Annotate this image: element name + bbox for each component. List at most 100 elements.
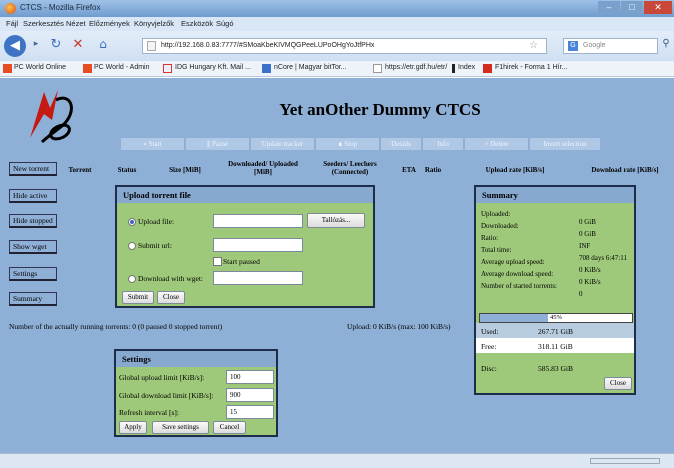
upload-panel-title: Upload torrent file — [117, 187, 373, 203]
hide-stopped-button[interactable]: Hide stopped — [9, 214, 57, 228]
refresh-interval-input[interactable]: 15 — [226, 405, 274, 419]
info-button[interactable]: Info — [423, 138, 463, 150]
summary-row: Average upload speed: 0 KiB/s — [481, 258, 631, 274]
column-size[interactable]: Size [MiB] — [160, 166, 210, 174]
summary-row: Number of started torrents: 0 — [481, 282, 631, 298]
submit-button[interactable]: Submit — [122, 291, 154, 304]
column-upload-rate[interactable]: Upload rate [KiB/s] — [470, 166, 560, 174]
menu-help[interactable]: Súgó — [216, 19, 234, 28]
delete-button[interactable]: × Delete — [465, 138, 528, 150]
menu-file[interactable]: Fájl — [6, 19, 18, 28]
settings-button[interactable]: Settings — [9, 267, 57, 281]
menu-tools[interactable]: Eszközök — [181, 19, 213, 28]
new-torrent-button[interactable]: New torrent — [9, 162, 57, 176]
menu-edit[interactable]: Szerkesztés — [23, 19, 64, 28]
summary-row-label: Ratio: — [481, 234, 499, 242]
browse-button[interactable]: Tallózás... — [307, 213, 365, 228]
summary-row: Total time: 708 days 6:47:11 — [481, 246, 631, 262]
url-bar[interactable]: http://192.168.0.83:7777/#SMoaKbeKIVMQGP… — [142, 38, 547, 54]
update-tracker-button[interactable]: Update tracker — [251, 138, 314, 150]
bookmark-etr[interactable]: https://etr.gdf.hu/etr/ — [385, 64, 447, 71]
details-button[interactable]: Details — [381, 138, 421, 150]
hide-active-button[interactable]: Hide active — [9, 189, 57, 203]
show-wget-button[interactable]: Show wget — [9, 240, 57, 254]
summary-row-label: Number of started torrents: — [481, 282, 558, 290]
close-window-button[interactable]: ✕ — [644, 1, 672, 14]
upload-limit-input[interactable]: 100 — [226, 370, 274, 384]
bookmark-pcworld-online[interactable]: PC World Online — [14, 64, 66, 71]
download-limit-input[interactable]: 900 — [226, 388, 274, 402]
bookmarks-bar: PC World Online PC World - Admin IDG Hun… — [0, 61, 674, 77]
search-box[interactable]: G Google — [563, 38, 658, 54]
column-downloaded-uploaded[interactable]: Downloaded/ Uploaded [MiB] — [228, 160, 298, 176]
reload-icon[interactable]: ↻ — [48, 37, 64, 53]
search-icon[interactable]: ⚲ — [660, 38, 672, 52]
submit-url-input[interactable] — [213, 238, 303, 252]
minimize-button[interactable]: – — [598, 1, 620, 14]
disc-label: Disc: — [481, 364, 497, 373]
settings-panel: Settings Global upload limit [KiB/s]: 10… — [114, 349, 278, 437]
download-limit-label: Global download limit [KiB/s]: — [119, 391, 214, 400]
summary-close-button[interactable]: Close — [604, 377, 632, 390]
bookmark-f1hirek[interactable]: F1hirek - Forma 1 Hír... — [495, 64, 567, 71]
bookmark-ncore[interactable]: nCore | Magyar bitTor... — [274, 64, 347, 71]
search-placeholder: Google — [583, 42, 606, 49]
upload-status: Upload: 0 KiB/s (max: 100 KiB/s) — [347, 322, 451, 331]
column-status[interactable]: Status — [112, 166, 142, 174]
maximize-button[interactable]: □ — [621, 1, 643, 14]
home-icon[interactable]: ⌂ — [95, 37, 111, 53]
column-torrent[interactable]: Torrent — [65, 166, 95, 174]
summary-row: Downloaded: 0 GiB — [481, 222, 631, 238]
column-ratio[interactable]: Ratio — [420, 166, 446, 174]
summary-row-value: 0 — [579, 290, 583, 298]
column-seeders-leechers[interactable]: Seeders/ Leechers (Connected) — [310, 160, 390, 176]
menu-view[interactable]: Nézet — [66, 19, 86, 28]
bookmark-index[interactable]: Index — [458, 64, 475, 71]
menu-bookmarks[interactable]: Könyvjelzők — [134, 19, 174, 28]
free-value: 318.11 GiB — [538, 342, 573, 351]
used-row: Used: 267.71 GiB — [476, 323, 634, 338]
summary-panel-title: Summary — [476, 187, 634, 203]
upload-file-input[interactable] — [213, 214, 303, 228]
navigation-bar: ◀ ▸ ↻ ✕ ⌂ http://192.168.0.83:7777/#SMoa… — [0, 31, 674, 61]
back-icon[interactable]: ◀ — [4, 35, 26, 57]
pause-button[interactable]: ∥ Pause — [186, 138, 249, 150]
cancel-button[interactable]: Cancel — [213, 421, 246, 434]
forward-icon[interactable]: ▸ — [29, 39, 43, 53]
upload-torrent-panel: Upload torrent file Upload file: Tallózá… — [115, 185, 375, 308]
disc-value: 585.83 GiB — [538, 364, 574, 373]
column-download-rate[interactable]: Download rate [KiB/s] — [580, 166, 670, 174]
wget-radio[interactable] — [128, 275, 136, 283]
submit-url-radio[interactable] — [128, 242, 136, 250]
pcworld-icon — [3, 64, 12, 73]
star-icon[interactable]: ☆ — [529, 40, 538, 51]
summary-row: Average download speed: 0 KiB/s — [481, 270, 631, 286]
summary-button[interactable]: Summary — [9, 292, 57, 306]
start-button[interactable]: » Start — [121, 138, 184, 150]
refresh-interval-label: Refresh interval [s]: — [119, 408, 179, 417]
page-icon — [373, 64, 382, 73]
start-paused-checkbox[interactable] — [213, 257, 222, 266]
app-title: Yet anOther Dummy CTCS — [279, 100, 481, 119]
column-eta[interactable]: ETA — [398, 166, 420, 174]
summary-row-label: Downloaded: — [481, 222, 519, 230]
menu-history[interactable]: Előzmények — [89, 19, 130, 28]
bookmark-pcworld-admin[interactable]: PC World - Admin — [94, 64, 150, 71]
stop-button[interactable]: ∎ Stop — [316, 138, 379, 150]
used-value: 267.71 GiB — [538, 327, 574, 336]
page-content: Yet anOther Dummy CTCS » Start ∥ Pause U… — [0, 78, 674, 453]
invert-selection-button[interactable]: Invert selection — [530, 138, 600, 150]
upload-file-label: Upload file: — [138, 217, 175, 226]
menu-bar: Fájl Szerkesztés Nézet Előzmények Könyvj… — [0, 17, 674, 31]
upload-file-radio[interactable] — [128, 218, 136, 226]
window-title: CTCS - Mozilla Firefox — [20, 3, 101, 12]
stop-icon[interactable]: ✕ — [70, 37, 86, 53]
bookmark-idg-mail[interactable]: IDG Hungary Kft. Mail ... — [175, 64, 251, 71]
summary-row-label: Total time: — [481, 246, 512, 254]
upload-close-button[interactable]: Close — [157, 291, 185, 304]
wget-url-input[interactable] — [213, 271, 303, 285]
running-torrents-status: Number of the actually running torrents:… — [9, 322, 223, 331]
apply-button[interactable]: Apply — [119, 421, 147, 434]
summary-row-label: Average download speed: — [481, 270, 554, 278]
save-settings-button[interactable]: Save settings — [152, 421, 209, 434]
